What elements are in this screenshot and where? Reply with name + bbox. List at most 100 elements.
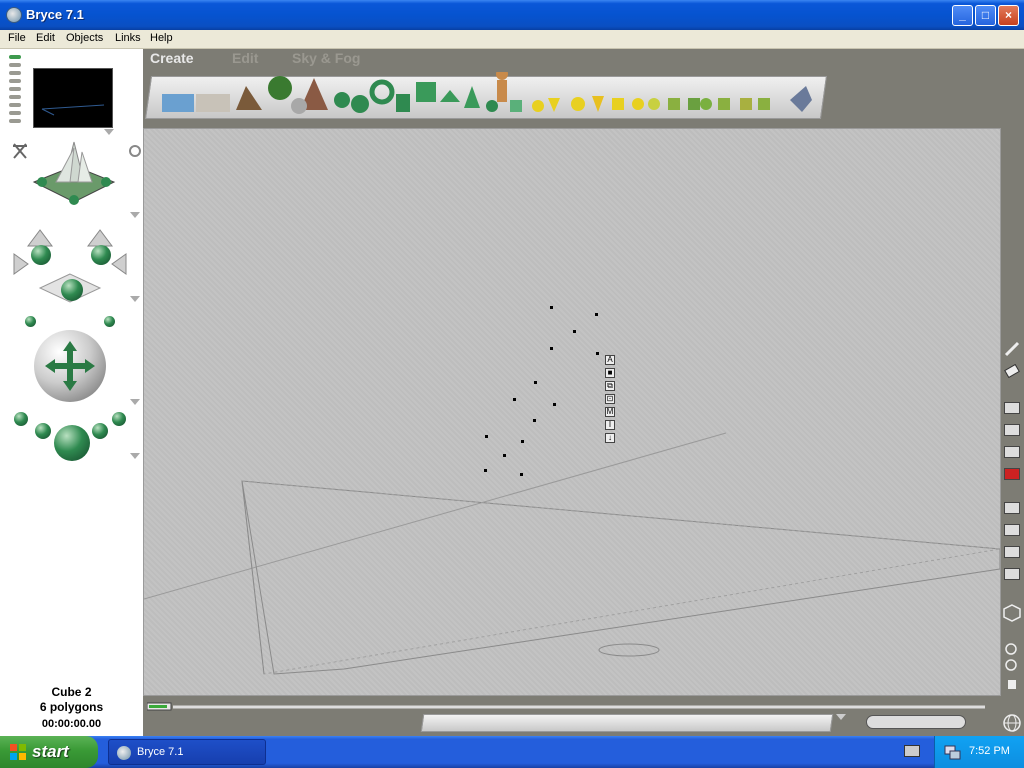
- pan-sphere-main[interactable]: [54, 425, 90, 461]
- pan-menu-arrow[interactable]: [130, 453, 140, 459]
- animation-controls[interactable]: [866, 715, 966, 729]
- animation-timeline[interactable]: [147, 700, 987, 712]
- light-icon-7: [668, 98, 680, 110]
- cube-view-icon[interactable]: [1003, 604, 1021, 622]
- view-trackball-icon[interactable]: [30, 138, 118, 216]
- light-icon-12: [758, 98, 770, 110]
- cylinder-base-outline: [598, 643, 660, 657]
- taskbar-item-bryce[interactable]: Bryce 7.1: [108, 739, 266, 765]
- object-mini-toolbar: A ■ ⧉ ⊡ M I ↓: [605, 355, 615, 446]
- windows-flag-icon: [10, 744, 26, 760]
- material-button[interactable]: ■: [605, 368, 615, 378]
- link-button[interactable]: ⧉: [605, 381, 615, 391]
- pan-sphere-2[interactable]: [35, 423, 51, 439]
- light-icon-9: [700, 98, 712, 110]
- menu-file[interactable]: File: [8, 32, 26, 44]
- time-readout: 00:00:00.00: [41, 718, 102, 730]
- tab-create[interactable]: Create: [150, 50, 194, 66]
- camera-xz-sphere[interactable]: [91, 245, 111, 265]
- zoom-in-icon[interactable]: [1004, 642, 1020, 658]
- keyboard-icon[interactable]: [904, 745, 920, 757]
- edit-object-button[interactable]: ⊡: [605, 394, 615, 404]
- light-icon-4: [612, 98, 624, 110]
- cylinder-icon: [396, 94, 410, 112]
- maximize-button[interactable]: □: [975, 5, 996, 26]
- display-mode-3[interactable]: [1004, 546, 1020, 558]
- window-titlebar: Bryce 7.1 _ □ ×: [0, 0, 1024, 30]
- display-mode-1[interactable]: [1004, 502, 1020, 514]
- director-chair-icon[interactable]: [12, 142, 28, 160]
- library-icon: [790, 86, 812, 112]
- nano-preview[interactable]: [33, 68, 113, 128]
- menu-bar: File Edit Objects Links Help: [0, 30, 1024, 49]
- selection-palette[interactable]: [420, 714, 834, 732]
- bryce-app-icon[interactable]: [6, 7, 22, 23]
- zoom-in-sphere[interactable]: [25, 316, 36, 327]
- water-plane-icon: [162, 94, 194, 112]
- view-option-1[interactable]: [1004, 402, 1020, 414]
- start-label: start: [32, 742, 69, 761]
- left-control-panel: Cube 2 6 polygons 00:00:00.00: [0, 49, 143, 736]
- brush-icon[interactable]: [1004, 341, 1020, 357]
- infinite-plane-icon: [196, 94, 230, 112]
- drop-button[interactable]: ↓: [605, 433, 615, 443]
- symmetric-lattice-icon: [334, 92, 350, 108]
- close-button[interactable]: ×: [998, 5, 1019, 26]
- light-icon-1: [532, 100, 544, 112]
- preview-menu-arrow[interactable]: [104, 129, 114, 135]
- menu-objects[interactable]: Objects: [66, 32, 103, 44]
- clock[interactable]: 7:52 PM: [969, 745, 1010, 757]
- render-toggle[interactable]: [129, 145, 141, 157]
- start-button[interactable]: start: [0, 736, 98, 768]
- stone-icon: [291, 98, 307, 114]
- 3d-viewport[interactable]: [143, 128, 1001, 696]
- pan-sphere-1[interactable]: [14, 412, 28, 426]
- terrain-icon: [236, 86, 262, 110]
- windows-taskbar: start Bryce 7.1 7:52 PM: [0, 736, 1024, 768]
- cone-icon: [464, 86, 480, 108]
- display-mode-2[interactable]: [1004, 524, 1020, 536]
- light-icon-6: [648, 98, 660, 110]
- globe-icon[interactable]: [1002, 713, 1022, 733]
- menu-help[interactable]: Help: [150, 32, 173, 44]
- pan-sphere-4[interactable]: [112, 412, 126, 426]
- pan-sphere-3[interactable]: [92, 423, 108, 439]
- figure-icon: [496, 72, 508, 80]
- bryce-task-icon: [117, 746, 131, 760]
- camera-xy-sphere[interactable]: [31, 245, 51, 265]
- light-icon-3: [592, 96, 604, 112]
- network-icon[interactable]: [943, 744, 961, 760]
- horizon-line: [144, 432, 727, 600]
- cube-selection-points: [484, 306, 599, 476]
- tab-sky-fog[interactable]: Sky & Fog: [292, 50, 360, 66]
- material-editor-button[interactable]: M: [605, 407, 615, 417]
- light-icon-11: [740, 98, 752, 110]
- view-preset-buttons[interactable]: [9, 55, 23, 127]
- view-option-2[interactable]: [1004, 424, 1020, 436]
- minimize-button[interactable]: _: [952, 5, 973, 26]
- menu-links[interactable]: Links: [115, 32, 141, 44]
- display-mode-4[interactable]: [1004, 568, 1020, 580]
- view-option-3[interactable]: [1004, 446, 1020, 458]
- right-toolbar: [1001, 128, 1024, 736]
- selection-menu-arrow[interactable]: [836, 714, 846, 720]
- render-red-icon[interactable]: [1004, 468, 1020, 480]
- camera-menu-arrow[interactable]: [130, 296, 140, 302]
- trackball-menu-arrow[interactable]: [130, 212, 140, 218]
- spotlight-icon: [548, 98, 560, 112]
- camera-z-sphere[interactable]: [61, 279, 83, 301]
- zoom-out-sphere[interactable]: [104, 316, 115, 327]
- move-arrows-icon: [45, 341, 95, 391]
- hand-pan-icon[interactable]: [1004, 676, 1020, 692]
- tab-edit[interactable]: Edit: [232, 50, 258, 66]
- nav-menu-arrow[interactable]: [130, 399, 140, 405]
- system-tray: 7:52 PM: [934, 736, 1024, 768]
- pyramid-icon: [440, 90, 460, 102]
- zoom-out-icon[interactable]: [1004, 658, 1020, 674]
- menu-edit[interactable]: Edit: [36, 32, 55, 44]
- info-button[interactable]: I: [605, 420, 615, 430]
- light-icon-8: [688, 98, 700, 110]
- attributes-button[interactable]: A: [605, 355, 615, 365]
- eraser-icon[interactable]: [1004, 364, 1020, 378]
- taskbar-item-label: Bryce 7.1: [137, 746, 184, 758]
